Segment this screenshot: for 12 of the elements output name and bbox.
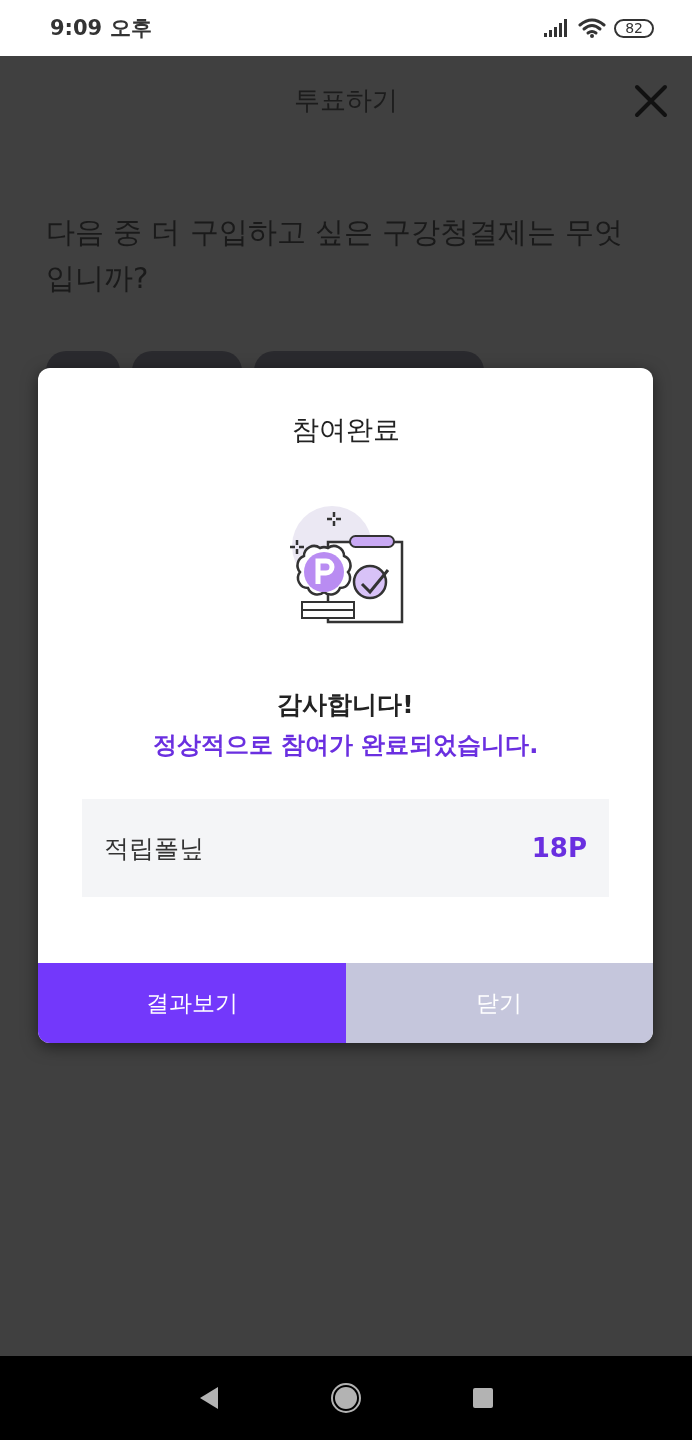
recents-icon[interactable]	[472, 1387, 494, 1409]
reward-label: 적립폴닢	[104, 832, 204, 865]
reward-value: 18P	[531, 833, 587, 863]
home-icon[interactable]	[330, 1382, 362, 1414]
thanks-text: 감사합니다!	[277, 689, 414, 721]
back-icon[interactable]	[198, 1386, 220, 1410]
battery-indicator: 82	[614, 18, 654, 38]
view-results-button[interactable]: 결과보기	[38, 963, 346, 1043]
dialog-title: 참여완료	[291, 413, 400, 447]
status-time: 9:09 오후	[50, 15, 152, 42]
wifi-icon	[578, 18, 607, 38]
completion-message: 정상적으로 참여가 완료되었습니다.	[152, 730, 539, 761]
